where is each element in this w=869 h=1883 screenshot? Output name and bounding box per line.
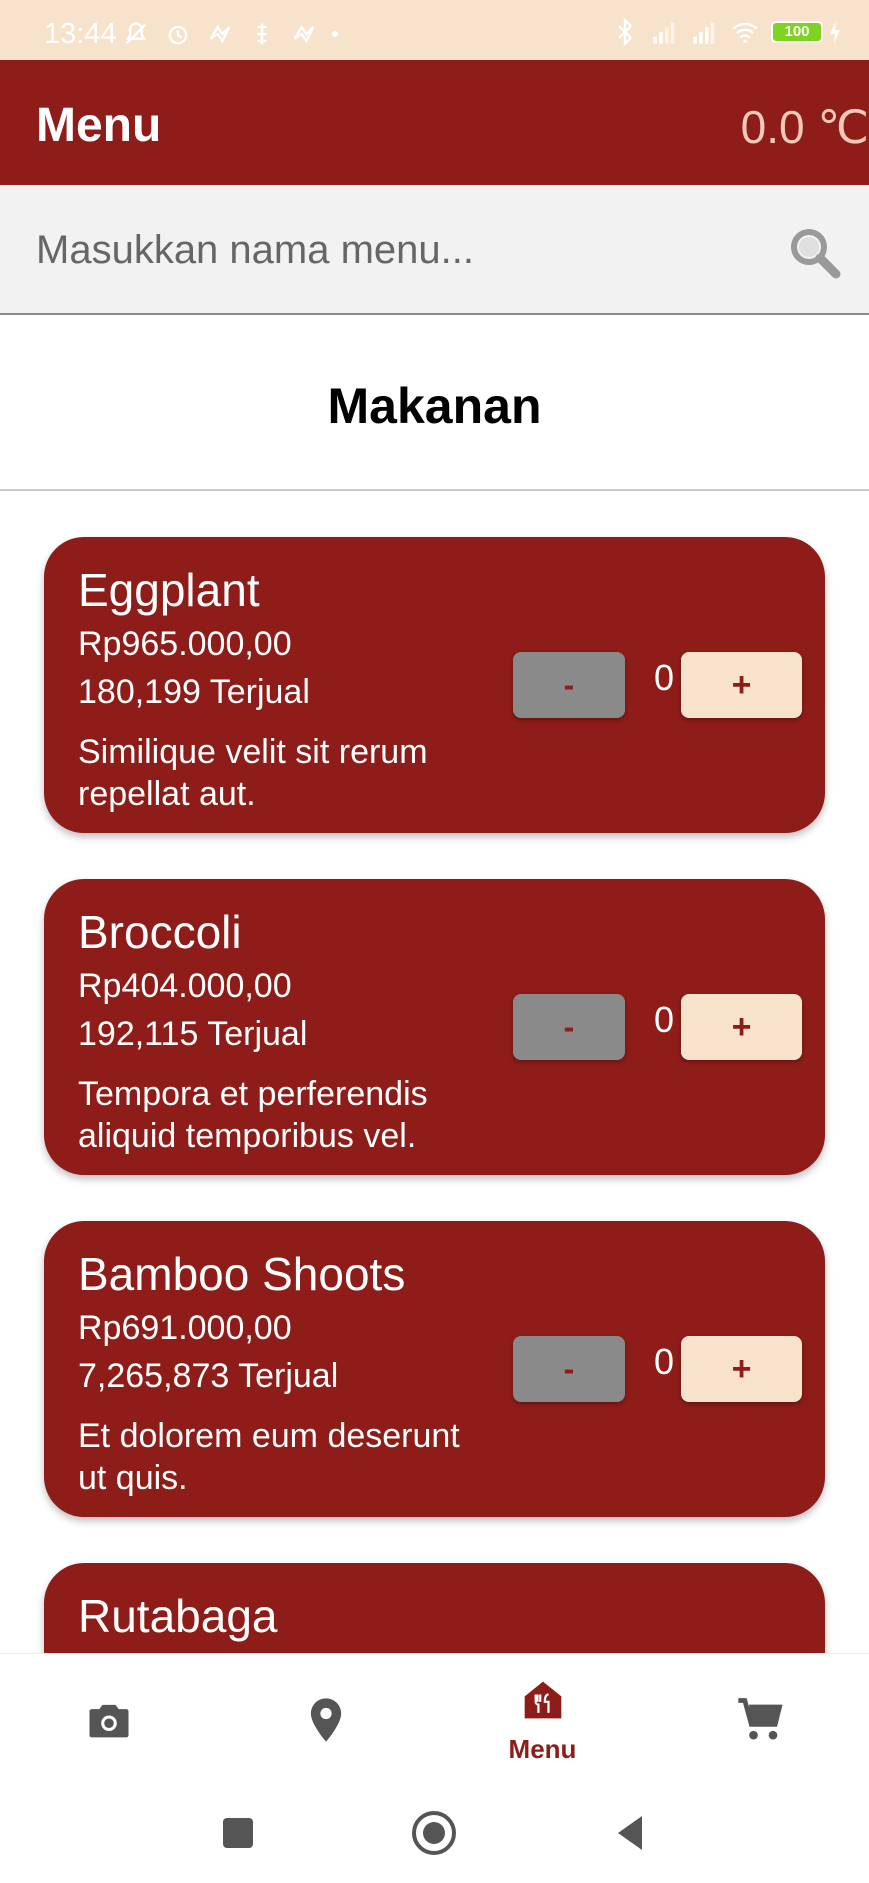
app-notification-icon-2: [257, 23, 267, 45]
status-notification-icons: [122, 20, 338, 48]
mute-bell-icon: [125, 22, 147, 45]
menu-list: Eggplant Rp965.000,00 180,199 Terjual Si…: [0, 491, 869, 1653]
app-notification-icon: [209, 24, 231, 44]
decrease-quantity-button[interactable]: -: [513, 994, 625, 1060]
nav-item-camera[interactable]: [0, 1654, 217, 1784]
page-title: Menu: [36, 99, 162, 152]
battery-level: 100: [771, 21, 823, 43]
menu-item-sold-count: 192,115 Terjual: [78, 1015, 308, 1053]
increase-quantity-button[interactable]: +: [681, 652, 802, 718]
menu-item-name: Rutabaga: [78, 1590, 278, 1642]
menu-item-price: Rp691.000,00: [78, 1309, 292, 1347]
nav-item-label: Menu: [508, 1734, 577, 1764]
menu-item-description: Et dolorem eum deserunt ut quis.: [78, 1417, 460, 1497]
menu-item-price: Rp965.000,00: [78, 625, 292, 663]
back-icon[interactable]: [606, 1808, 656, 1858]
search-input[interactable]: [36, 215, 736, 285]
battery-indicator: 100: [771, 20, 843, 44]
menu-item-price: Rp404.000,00: [78, 967, 292, 1005]
quantity-value: 0: [653, 1341, 675, 1382]
system-navigation-bar: [0, 1783, 869, 1883]
menu-item-sold-count: 7,265,873 Terjual: [78, 1357, 339, 1395]
nav-item-menu[interactable]: Menu: [434, 1654, 651, 1784]
nav-item-cart[interactable]: [651, 1654, 868, 1784]
status-time: 13:44: [44, 18, 117, 50]
more-notifications-dot: [332, 31, 338, 37]
menu-item-sold-count: 180,199 Terjual: [78, 673, 310, 711]
temperature-readout: 0.0 ℃: [740, 101, 869, 153]
cart-icon: [737, 1698, 783, 1740]
menu-item-description: Similique velit sit rerum repellat aut.: [78, 733, 428, 813]
status-system-icons: 100: [611, 18, 843, 46]
increase-quantity-button[interactable]: +: [681, 1336, 802, 1402]
menu-item-description: Tempora et perferendis aliquid temporibu…: [78, 1075, 428, 1155]
status-bar: 13:44 100: [0, 0, 869, 60]
menu-card: Eggplant Rp965.000,00 180,199 Terjual Si…: [44, 537, 825, 833]
wifi-icon: [732, 22, 758, 44]
nav-item-location[interactable]: [217, 1654, 434, 1784]
category-header: Makanan: [0, 317, 869, 491]
recent-apps-icon[interactable]: [213, 1808, 263, 1858]
charging-icon: [830, 21, 840, 43]
quantity-value: 0: [653, 657, 675, 698]
app-bar: Menu 0.0 ℃: [0, 60, 869, 185]
menu-card: Broccoli Rp404.000,00 192,115 Terjual Te…: [44, 879, 825, 1175]
bluetooth-icon: [618, 18, 633, 46]
alarm-icon: [168, 25, 188, 45]
signal-icon: [653, 22, 675, 44]
location-pin-icon: [310, 1698, 341, 1742]
menu-item-name: Broccoli: [78, 906, 242, 958]
increase-quantity-button[interactable]: +: [681, 994, 802, 1060]
quantity-value: 0: [653, 999, 675, 1040]
category-title: Makanan: [327, 378, 542, 434]
menu-item-name: Eggplant: [78, 564, 260, 616]
menu-card: Bamboo Shoots Rp691.000,00 7,265,873 Ter…: [44, 1221, 825, 1517]
menu-card: Rutabaga: [44, 1563, 825, 1653]
camera-icon: [89, 1704, 128, 1738]
signal-icon-2: [693, 22, 715, 44]
app-notification-icon-3: [293, 24, 315, 44]
decrease-quantity-button[interactable]: -: [513, 1336, 625, 1402]
home-icon[interactable]: [409, 1808, 459, 1858]
restaurant-icon: [524, 1681, 561, 1719]
search-icon[interactable]: [787, 225, 843, 281]
search-bar: [0, 185, 869, 315]
bottom-navigation: Menu: [0, 1653, 869, 1783]
menu-item-name: Bamboo Shoots: [78, 1248, 406, 1300]
decrease-quantity-button[interactable]: -: [513, 652, 625, 718]
